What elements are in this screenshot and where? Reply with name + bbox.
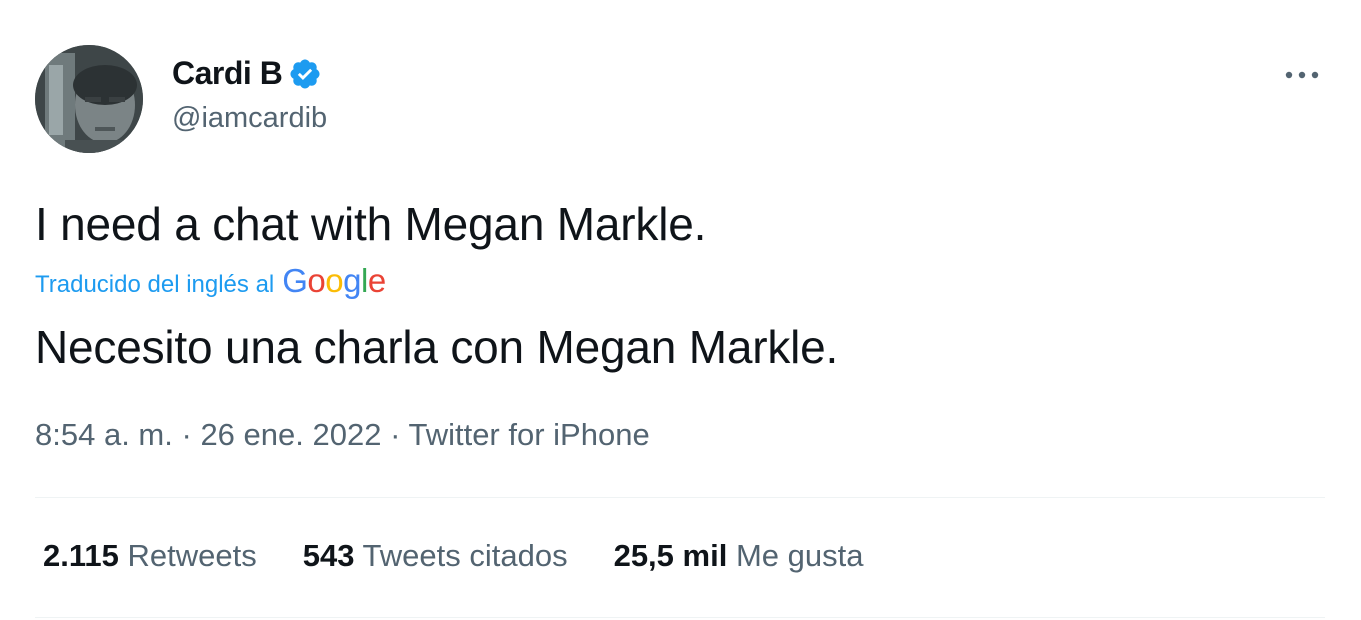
tweet-metadata: 8:54 a. m. · 26 ene. 2022 · Twitter for … bbox=[35, 417, 650, 453]
translation-attribution: Traducido del inglés al Google bbox=[35, 262, 386, 300]
verified-badge-icon bbox=[288, 57, 322, 91]
avatar-image bbox=[35, 45, 143, 153]
author-handle[interactable]: @iamcardib bbox=[172, 102, 327, 135]
quotes-stat[interactable]: 543 Tweets citados bbox=[303, 538, 568, 574]
tweet-text: I need a chat with Megan Markle. bbox=[35, 198, 707, 250]
retweets-stat[interactable]: 2.115 Retweets bbox=[43, 538, 257, 574]
likes-stat[interactable]: 25,5 mil Me gusta bbox=[614, 538, 864, 574]
quotes-label: Tweets citados bbox=[362, 538, 568, 573]
author-name-row: Cardi B bbox=[172, 55, 322, 92]
more-options-button[interactable] bbox=[1282, 58, 1322, 92]
more-dots-icon bbox=[1285, 71, 1319, 79]
likes-label: Me gusta bbox=[735, 538, 864, 573]
tweet-stats: 2.115 Retweets 543 Tweets citados 25,5 m… bbox=[43, 538, 863, 574]
tweet-source[interactable]: Twitter for iPhone bbox=[408, 417, 649, 452]
likes-count: 25,5 mil bbox=[613, 538, 728, 573]
divider bbox=[35, 617, 1325, 618]
tweet-date[interactable]: 26 ene. 2022 bbox=[200, 417, 381, 452]
avatar[interactable] bbox=[35, 45, 143, 153]
meta-separator: · bbox=[390, 417, 401, 452]
divider bbox=[35, 497, 1325, 498]
google-logo: Google bbox=[282, 262, 386, 299]
retweets-label: Retweets bbox=[127, 538, 257, 573]
author-display-name[interactable]: Cardi B bbox=[172, 55, 283, 92]
retweets-count: 2.115 bbox=[43, 538, 119, 573]
translation-label[interactable]: Traducido del inglés al bbox=[35, 271, 274, 299]
tweet-time[interactable]: 8:54 a. m. bbox=[35, 417, 173, 452]
translated-text: Necesito una charla con Megan Markle. bbox=[35, 321, 839, 373]
quotes-count: 543 bbox=[302, 538, 355, 573]
meta-separator: · bbox=[181, 417, 192, 452]
